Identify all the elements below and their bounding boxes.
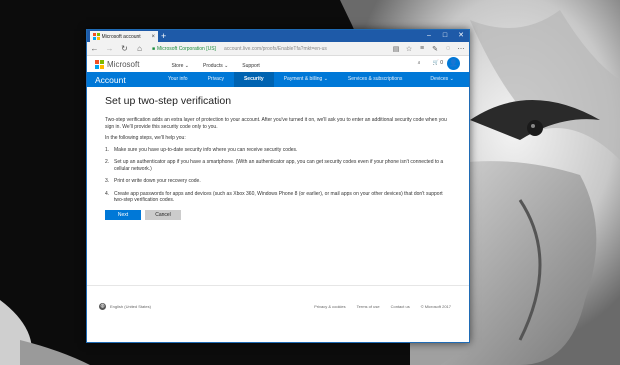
cancel-button[interactable]: Cancel bbox=[145, 209, 181, 220]
globe-icon: ◍ bbox=[99, 302, 106, 310]
list-item: 2. Set up an authenticator app if you ha… bbox=[105, 159, 444, 172]
microsoft-logo-icon bbox=[95, 59, 104, 69]
locale-link[interactable]: English (United States) bbox=[110, 304, 151, 309]
products-link[interactable]: Products ⌄ bbox=[203, 63, 228, 69]
support-link[interactable]: Support bbox=[242, 63, 260, 69]
favorite-star-icon[interactable]: ☆ bbox=[405, 45, 413, 53]
browser-toolbar-right: ▤ ☆ ≡ ✎ ◌ ⋯ bbox=[392, 45, 469, 53]
user-avatar[interactable]: 👤 bbox=[447, 57, 460, 70]
list-item: 4. Create app passwords for apps and dev… bbox=[105, 190, 443, 204]
new-tab-button[interactable]: + bbox=[161, 30, 166, 42]
microsoft-brand: Microsoft bbox=[107, 59, 140, 69]
page-footer: ◍ English (United States) Privacy & cook… bbox=[99, 301, 451, 311]
microsoft-logo[interactable]: Microsoft bbox=[95, 59, 140, 69]
store-link[interactable]: Store ⌄ bbox=[171, 63, 189, 69]
home-icon[interactable]: ⌂ bbox=[135, 44, 144, 53]
lock-icon: ■ bbox=[152, 45, 156, 52]
next-button[interactable]: Next bbox=[105, 209, 141, 220]
action-buttons: Next Cancel bbox=[105, 209, 447, 220]
browser-window: Microsoft account × + – □ ✕ ← → ↻ ⌂ ■ Mi… bbox=[86, 29, 470, 343]
cart-icon[interactable]: 🛒 0 bbox=[433, 60, 443, 66]
account-title[interactable]: Account bbox=[87, 75, 144, 85]
forward-icon[interactable]: → bbox=[105, 44, 114, 53]
list-item: 3. Print or write down your recovery cod… bbox=[105, 178, 201, 184]
microsoft-header: Microsoft Store ⌄ Products ⌄ Support ⌕ 🛒… bbox=[87, 56, 469, 72]
copyright-text: © Microsoft 2017 bbox=[420, 303, 451, 309]
microsoft-logo-icon bbox=[93, 33, 100, 40]
steps-intro: In the following steps, we'll help you: bbox=[105, 135, 186, 141]
terms-of-use-link[interactable]: Terms of use bbox=[357, 304, 380, 309]
microsoft-tools: ⌕ 🛒 0 bbox=[418, 60, 443, 66]
certificate-label: Microsoft Corporation [US] bbox=[157, 45, 216, 52]
more-icon[interactable]: ⋯ bbox=[457, 45, 465, 53]
url-field[interactable]: ■ Microsoft Corporation [US] account.liv… bbox=[152, 46, 327, 52]
browser-tab[interactable]: Microsoft account × bbox=[90, 31, 158, 42]
window-controls: – □ ✕ bbox=[421, 30, 469, 42]
list-item: 1. Make sure you have up-to-date securit… bbox=[105, 146, 298, 153]
footer-links: Privacy & cookies Terms of use Contact u… bbox=[314, 304, 451, 309]
steps-list: 1. Make sure you have up-to-date securit… bbox=[105, 147, 447, 204]
hub-icon[interactable]: ≡ bbox=[418, 45, 426, 53]
url-path: account.live.com/proofs/EnableTfa?mkt=en… bbox=[223, 45, 327, 52]
back-icon[interactable]: ← bbox=[90, 44, 99, 53]
tab-title: Microsoft account bbox=[101, 33, 141, 40]
privacy-cookies-link[interactable]: Privacy & cookies bbox=[314, 304, 346, 309]
person-icon: 👤 bbox=[449, 60, 458, 67]
address-bar: ← → ↻ ⌂ ■ Microsoft Corporation [US] acc… bbox=[87, 42, 469, 56]
close-window-button[interactable]: ✕ bbox=[453, 30, 469, 42]
notes-icon[interactable]: ✎ bbox=[431, 45, 439, 53]
minimize-button[interactable]: – bbox=[421, 30, 437, 42]
footer-divider bbox=[87, 285, 469, 286]
contact-us-link[interactable]: Contact us bbox=[391, 304, 410, 309]
intro-paragraph: Two-step verification adds an extra laye… bbox=[105, 117, 447, 130]
nav-your-info[interactable]: Your info bbox=[144, 72, 198, 87]
page-title: Set up two-step verification bbox=[105, 95, 232, 107]
nav-security[interactable]: Security bbox=[233, 72, 274, 87]
nav-payment-billing[interactable]: Payment & billing ⌄ bbox=[274, 72, 342, 87]
reading-view-icon[interactable]: ▤ bbox=[392, 45, 400, 53]
share-icon[interactable]: ◌ bbox=[444, 45, 452, 53]
browser-titlebar: Microsoft account × + – □ ✕ bbox=[87, 30, 469, 42]
microsoft-nav: Store ⌄ Products ⌄ Support bbox=[171, 63, 259, 69]
nav-services-subscriptions[interactable]: Services & subscriptions bbox=[342, 72, 422, 87]
nav-devices[interactable]: Devices ⌄ bbox=[422, 72, 461, 87]
account-nav: Account Your info Privacy Security Payme… bbox=[87, 72, 469, 87]
search-icon[interactable]: ⌕ bbox=[418, 60, 421, 66]
close-tab-icon[interactable]: × bbox=[151, 34, 155, 40]
main-content: Set up two-step verification Two-step ve… bbox=[87, 87, 447, 220]
maximize-button[interactable]: □ bbox=[437, 30, 453, 42]
refresh-icon[interactable]: ↻ bbox=[120, 44, 129, 53]
nav-privacy[interactable]: Privacy bbox=[198, 72, 234, 87]
